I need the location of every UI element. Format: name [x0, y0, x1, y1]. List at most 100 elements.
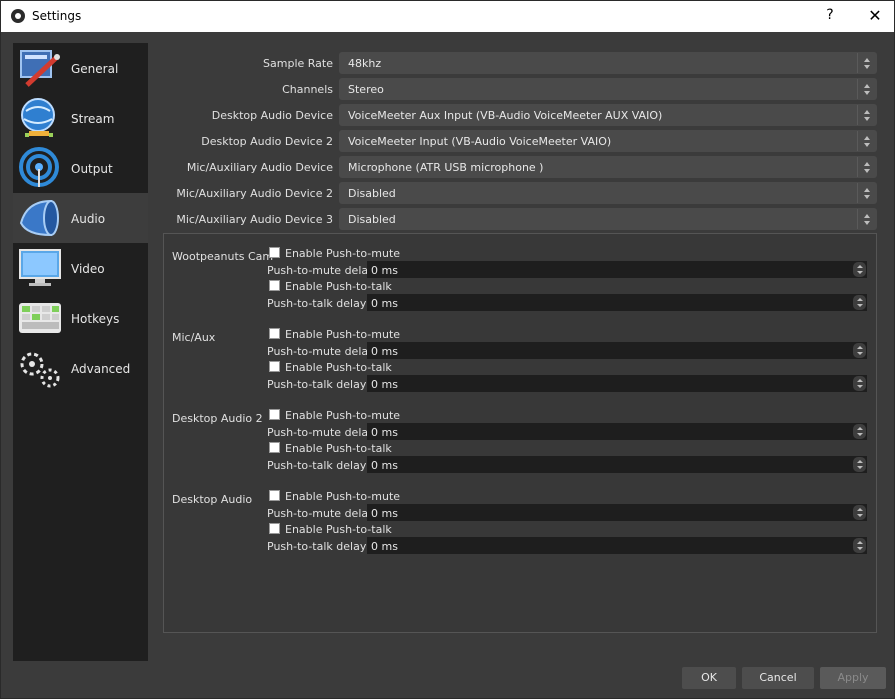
- push-to-talk-delay-spinbox[interactable]: 0 ms: [367, 375, 867, 392]
- spin-arrows-icon[interactable]: [853, 457, 866, 472]
- sidebar-item-label: Advanced: [71, 362, 131, 376]
- source-name: Wootpeanuts Cam: [172, 250, 274, 263]
- stream-icon: [21, 98, 55, 137]
- push-to-talk-checkbox[interactable]: [269, 523, 280, 534]
- push-to-talk-delay-value: 0 ms: [371, 540, 398, 553]
- sample-rate-label: Sample Rate: [263, 57, 333, 70]
- push-to-talk-checkbox[interactable]: [269, 280, 280, 291]
- push-to-talk-label: Enable Push-to-talk: [285, 280, 392, 293]
- sidebar-item-hotkeys[interactable]: Hotkeys: [13, 293, 148, 343]
- push-to-mute-delay-value: 0 ms: [371, 264, 398, 277]
- mic-aux-2-value: Disabled: [348, 187, 396, 200]
- channels-select[interactable]: Stereo: [339, 78, 877, 100]
- desktop-audio-2-select[interactable]: VoiceMeeter Input (VB-Audio VoiceMeeter …: [339, 130, 877, 152]
- spin-arrows-icon[interactable]: [853, 538, 866, 553]
- sidebar-item-label: Audio: [71, 212, 106, 226]
- apply-button[interactable]: Apply: [820, 667, 886, 689]
- push-to-mute-delay-label: Push-to-mute delay: [267, 507, 375, 520]
- push-to-mute-checkbox[interactable]: [269, 328, 280, 339]
- spin-arrows-icon[interactable]: [853, 262, 866, 277]
- push-to-mute-label: Enable Push-to-mute: [285, 490, 401, 503]
- ok-button[interactable]: OK: [682, 667, 736, 689]
- sidebar-item-general[interactable]: General: [13, 43, 148, 93]
- settings-window: Settings ? ✕ General Stream Output Audio…: [0, 0, 895, 699]
- push-to-mute-delay-spinbox[interactable]: 0 ms: [367, 423, 867, 440]
- sidebar-item-advanced[interactable]: Advanced: [13, 343, 148, 393]
- push-to-talk-delay-value: 0 ms: [371, 378, 398, 391]
- advanced-icon: [20, 352, 60, 388]
- spin-arrows-icon[interactable]: [853, 295, 866, 310]
- up-down-arrows-icon: [857, 131, 876, 151]
- close-button[interactable]: ✕: [865, 6, 885, 25]
- push-to-talk-delay-spinbox[interactable]: 0 ms: [367, 537, 867, 554]
- sidebar-item-label: General: [71, 62, 119, 76]
- push-to-talk-delay-label: Push-to-talk delay: [267, 459, 367, 472]
- push-to-talk-label: Enable Push-to-talk: [285, 361, 392, 374]
- window-title: Settings: [32, 9, 82, 23]
- push-to-talk-delay-label: Push-to-talk delay: [267, 378, 367, 391]
- sidebar-item-label: Video: [71, 262, 105, 276]
- mic-aux-2-select[interactable]: Disabled: [339, 182, 877, 204]
- push-to-talk-checkbox[interactable]: [269, 442, 280, 453]
- push-to-mute-label: Enable Push-to-mute: [285, 328, 401, 341]
- mic-aux-label: Mic/Auxiliary Audio Device: [186, 161, 333, 174]
- sidebar-item-audio[interactable]: Audio: [13, 193, 148, 243]
- output-icon: [19, 147, 59, 187]
- mic-aux-select[interactable]: Microphone (ATR USB microphone ): [339, 156, 877, 178]
- source-name: Desktop Audio: [172, 493, 253, 506]
- mic-aux-2-row: Mic/Auxiliary Audio Device 2: [151, 182, 333, 204]
- push-to-mute-checkbox[interactable]: [269, 247, 280, 258]
- cancel-button[interactable]: Cancel: [742, 667, 814, 689]
- spin-arrows-icon[interactable]: [853, 424, 866, 439]
- general-icon: [20, 50, 60, 87]
- push-to-mute-delay-spinbox[interactable]: 0 ms: [367, 261, 867, 278]
- sample-rate-select[interactable]: 48khz: [339, 52, 877, 74]
- mic-aux-value: Microphone (ATR USB microphone ): [348, 161, 544, 174]
- push-to-talk-delay-value: 0 ms: [371, 297, 398, 310]
- audio-icon: [19, 199, 59, 237]
- channels-value: Stereo: [348, 83, 384, 96]
- push-to-talk-label: Enable Push-to-talk: [285, 442, 392, 455]
- mic-aux-3-select[interactable]: Disabled: [339, 208, 877, 230]
- push-to-mute-delay-label: Push-to-mute delay: [267, 264, 375, 277]
- channels-row: Channels: [151, 78, 333, 100]
- desktop-audio-value: VoiceMeeter Aux Input (VB-Audio VoiceMee…: [348, 109, 663, 122]
- push-to-mute-checkbox[interactable]: [269, 409, 280, 420]
- up-down-arrows-icon: [857, 209, 876, 229]
- sidebar-item-label: Hotkeys: [71, 312, 120, 326]
- mic-aux-3-row: Mic/Auxiliary Audio Device 3: [151, 208, 333, 230]
- push-to-talk-delay-spinbox[interactable]: 0 ms: [367, 294, 867, 311]
- mic-aux-row: Mic/Auxiliary Audio Device: [151, 156, 333, 178]
- spin-arrows-icon[interactable]: [853, 376, 866, 391]
- sidebar-item-label: Stream: [71, 112, 115, 126]
- desktop-audio-label: Desktop Audio Device: [211, 109, 333, 122]
- mic-aux-3-value: Disabled: [348, 213, 396, 226]
- push-to-talk-delay-spinbox[interactable]: 0 ms: [367, 456, 867, 473]
- sidebar-item-label: Output: [71, 162, 113, 176]
- push-to-mute-delay-spinbox[interactable]: 0 ms: [367, 342, 867, 359]
- mic-aux-2-label: Mic/Auxiliary Audio Device 2: [176, 187, 333, 200]
- push-to-mute-delay-label: Push-to-mute delay: [267, 345, 375, 358]
- up-down-arrows-icon: [857, 53, 876, 73]
- desktop-audio-select[interactable]: VoiceMeeter Aux Input (VB-Audio VoiceMee…: [339, 104, 877, 126]
- sidebar-item-output[interactable]: Output: [13, 143, 148, 193]
- push-to-mute-delay-spinbox[interactable]: 0 ms: [367, 504, 867, 521]
- up-down-arrows-icon: [857, 105, 876, 125]
- obs-logo-icon: [11, 9, 25, 23]
- title-bar: Settings ? ✕: [1, 1, 894, 32]
- push-to-mute-label: Enable Push-to-mute: [285, 409, 401, 422]
- spin-arrows-icon[interactable]: [853, 343, 866, 358]
- spin-arrows-icon[interactable]: [853, 505, 866, 520]
- sample-rate-value: 48khz: [348, 57, 382, 70]
- push-to-talk-checkbox[interactable]: [269, 361, 280, 372]
- help-button[interactable]: ?: [821, 7, 839, 23]
- source-name: Mic/Aux: [172, 331, 216, 344]
- push-to-mute-delay-value: 0 ms: [371, 507, 398, 520]
- up-down-arrows-icon: [857, 183, 876, 203]
- push-to-talk-delay-value: 0 ms: [371, 459, 398, 472]
- push-to-talk-delay-label: Push-to-talk delay: [267, 297, 367, 310]
- mic-aux-3-label: Mic/Auxiliary Audio Device 3: [176, 213, 333, 226]
- push-to-mute-checkbox[interactable]: [269, 490, 280, 501]
- sidebar-item-stream[interactable]: Stream: [13, 93, 148, 143]
- sidebar-item-video[interactable]: Video: [13, 243, 148, 293]
